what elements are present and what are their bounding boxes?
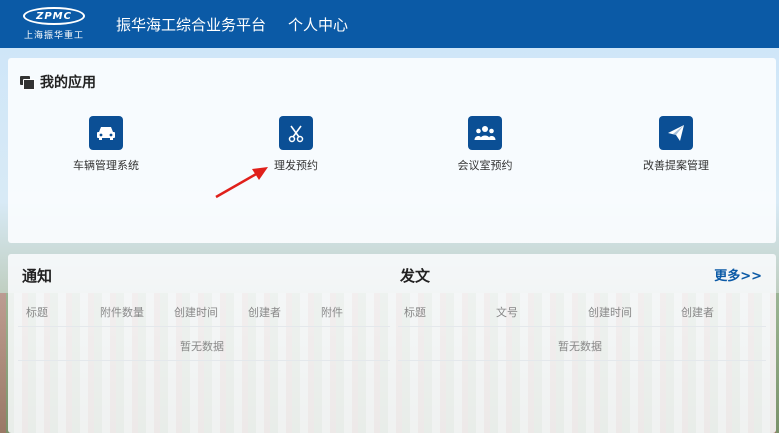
- app-label[interactable]: 理发预约: [274, 157, 318, 173]
- notice-col-title[interactable]: 标题: [26, 304, 48, 320]
- app-vehicle-management[interactable]: 车辆管理系统: [31, 116, 181, 173]
- notice-title: 通知: [22, 267, 53, 285]
- scissors-icon[interactable]: [279, 116, 313, 150]
- app-improvement-proposal[interactable]: 改善提案管理: [601, 116, 751, 173]
- documents-col-number[interactable]: 文号: [496, 304, 518, 320]
- documents-row-divider: [398, 360, 766, 361]
- people-icon[interactable]: [468, 116, 502, 150]
- documents-empty-state: 暂无数据: [558, 340, 602, 353]
- top-navbar: ZPMC 上海振华重工 振华海工综合业务平台 个人中心: [0, 0, 779, 48]
- documents-col-created-time[interactable]: 创建时间: [588, 304, 632, 320]
- nav-personal-center[interactable]: 个人中心: [288, 14, 348, 35]
- my-apps-title-text: 我的应用: [40, 75, 96, 91]
- logo-subtitle: 上海振华重工: [23, 31, 84, 41]
- my-apps-title: 我的应用: [20, 72, 96, 92]
- apps-icon: [20, 76, 35, 90]
- red-annotation-arrow: [215, 167, 268, 199]
- app-label[interactable]: 改善提案管理: [643, 157, 709, 173]
- documents-header-divider: [398, 326, 766, 327]
- notice-col-attachment-count[interactable]: 附件数量: [100, 304, 144, 320]
- app-label[interactable]: 车辆管理系统: [73, 157, 139, 173]
- car-icon[interactable]: [89, 116, 123, 150]
- logo-mark: ZPMC: [23, 7, 85, 25]
- my-apps-panel: 我的应用 车辆管理系统 理发预约 会议室预约 改善提案管理: [8, 58, 776, 243]
- more-link[interactable]: 更多>>: [714, 265, 762, 284]
- zpmc-logo[interactable]: ZPMC 上海振华重工: [18, 4, 90, 44]
- notice-header-divider: [18, 326, 390, 327]
- paper-plane-icon[interactable]: [659, 116, 693, 150]
- notice-col-attachment[interactable]: 附件: [321, 304, 343, 320]
- notice-col-created-time[interactable]: 创建时间: [174, 304, 218, 320]
- notice-empty-state: 暂无数据: [180, 340, 224, 353]
- documents-col-creator[interactable]: 创建者: [681, 304, 714, 320]
- notices-and-documents-panel: 通知 发文 更多>> 标题 附件数量 创建时间 创建者 附件 标题 文号 创建时…: [8, 254, 776, 433]
- app-meeting-room-booking[interactable]: 会议室预约: [410, 116, 560, 173]
- notice-row-divider: [18, 360, 390, 361]
- app-label[interactable]: 会议室预约: [458, 157, 513, 173]
- documents-title: 发文: [400, 267, 431, 285]
- notice-col-creator[interactable]: 创建者: [248, 304, 281, 320]
- nav-platform[interactable]: 振华海工综合业务平台: [116, 14, 266, 35]
- documents-col-title[interactable]: 标题: [404, 304, 426, 320]
